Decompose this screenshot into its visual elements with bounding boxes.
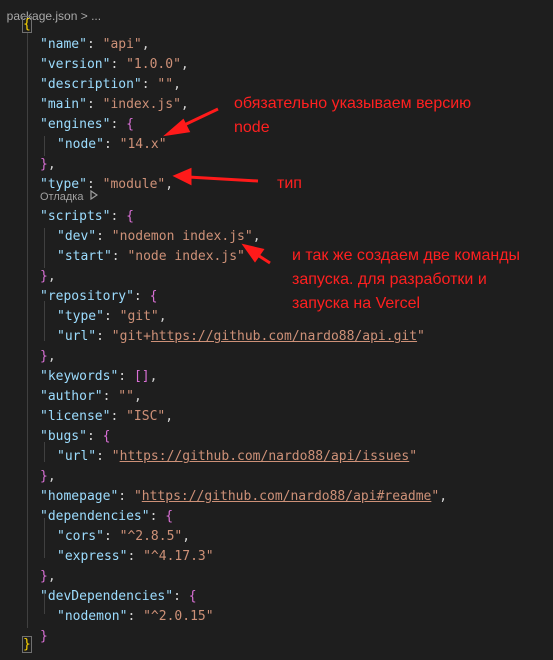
- annotation-arrows: [163, 107, 271, 265]
- arrow-engines: [163, 107, 219, 137]
- arrow-scripts: [241, 243, 271, 265]
- arrow-type: [172, 167, 259, 186]
